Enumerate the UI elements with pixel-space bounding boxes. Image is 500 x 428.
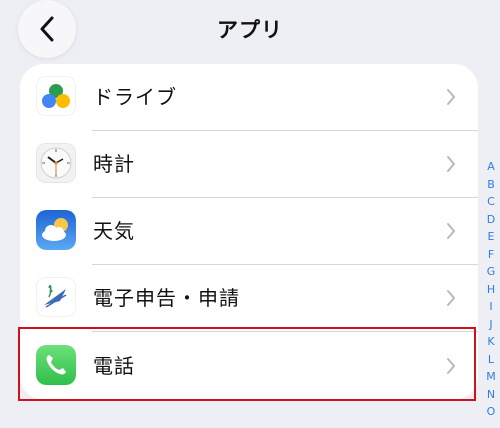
index-letter[interactable]: L (483, 351, 499, 369)
index-letter[interactable]: E (483, 228, 499, 246)
google-drive-icon (36, 76, 76, 116)
index-letter[interactable]: A (483, 158, 499, 176)
index-letter[interactable]: H (483, 281, 499, 299)
weather-icon (36, 210, 76, 250)
index-letter[interactable]: N (483, 386, 499, 404)
index-letter[interactable]: G (483, 263, 499, 281)
e-tax-icon (36, 277, 76, 317)
index-letter[interactable]: B (483, 176, 499, 194)
app-label: 電話 (93, 354, 135, 378)
index-letter[interactable]: I (483, 298, 499, 316)
index-letter[interactable]: D (483, 211, 499, 229)
app-label: 天気 (93, 219, 135, 243)
nav-bar: アプリ (0, 0, 500, 60)
chevron-right-icon (447, 156, 455, 172)
section-index[interactable]: A B C D E F G H I J K L M N O (483, 158, 499, 421)
app-label: ドライブ (93, 85, 177, 109)
app-row-e-tax[interactable]: 電子申告・申請 (20, 265, 478, 332)
app-row-weather[interactable]: 天気 (20, 198, 478, 265)
chevron-right-icon (447, 89, 455, 105)
chevron-right-icon (447, 290, 455, 306)
app-row-drive[interactable]: ドライブ (20, 64, 478, 131)
index-letter[interactable]: C (483, 193, 499, 211)
index-letter[interactable]: J (483, 316, 499, 334)
index-letter[interactable]: M (483, 368, 499, 386)
index-letter[interactable]: F (483, 246, 499, 264)
chevron-right-icon (447, 358, 455, 374)
page-title: アプリ (217, 18, 283, 42)
clock-icon (36, 143, 76, 183)
index-letter[interactable]: K (483, 333, 499, 351)
app-label: 電子申告・申請 (93, 286, 240, 310)
phone-icon (36, 345, 76, 385)
app-label: 時計 (93, 152, 135, 176)
app-list: ドライブ 時計 天気 電子申告・申請 電話 (20, 64, 478, 400)
app-row-phone[interactable]: 電話 (20, 332, 478, 400)
chevron-right-icon (447, 223, 455, 239)
index-letter[interactable]: O (483, 403, 499, 421)
app-row-clock[interactable]: 時計 (20, 131, 478, 198)
